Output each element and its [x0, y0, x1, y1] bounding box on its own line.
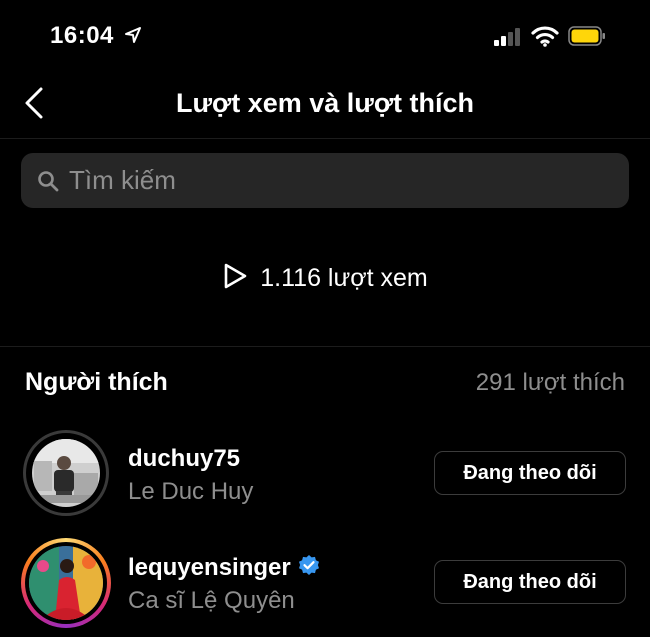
- nav-header: Lượt xem và lượt thích: [0, 70, 650, 139]
- username[interactable]: lequyensinger: [128, 554, 291, 581]
- avatar-photo: [32, 439, 100, 507]
- list-item[interactable]: lequyensinger Ca sĩ Lệ Quyên Đang theo d…: [0, 532, 650, 632]
- search-input[interactable]: [69, 153, 609, 208]
- views-label: 1.116 lượt xem: [260, 264, 428, 292]
- views-count: 1.116 lượt xem: [0, 262, 650, 293]
- play-icon: [224, 263, 247, 289]
- likers-heading: Người thích: [25, 368, 168, 396]
- verified-badge-icon: [298, 555, 319, 575]
- wifi-icon: [531, 26, 559, 47]
- full-name: Le Duc Huy: [128, 478, 254, 505]
- status-bar: 16:04: [0, 0, 650, 70]
- username[interactable]: duchuy75: [128, 445, 240, 473]
- list-item[interactable]: duchuy75 Le Duc Huy Đang theo dõi: [0, 423, 650, 523]
- search-icon: [38, 171, 59, 192]
- location-arrow-icon: [125, 27, 141, 43]
- search-bar[interactable]: [21, 153, 629, 208]
- avatar-story-ring[interactable]: [21, 538, 111, 628]
- section-divider: [0, 346, 650, 347]
- page-title: Lượt xem và lượt thích: [175, 88, 475, 118]
- avatar-photo: [29, 546, 103, 620]
- avatar[interactable]: [23, 430, 109, 516]
- likes-count: 291 lượt thích: [475, 369, 625, 396]
- username-row: lequyensinger: [128, 554, 321, 582]
- cellular-signal-icon: [494, 28, 520, 46]
- following-button[interactable]: Đang theo dõi: [434, 560, 626, 604]
- battery-icon: [568, 26, 605, 46]
- full-name: Ca sĩ Lệ Quyên: [128, 587, 295, 614]
- status-time: 16:04: [50, 22, 114, 49]
- following-button[interactable]: Đang theo dõi: [434, 451, 626, 495]
